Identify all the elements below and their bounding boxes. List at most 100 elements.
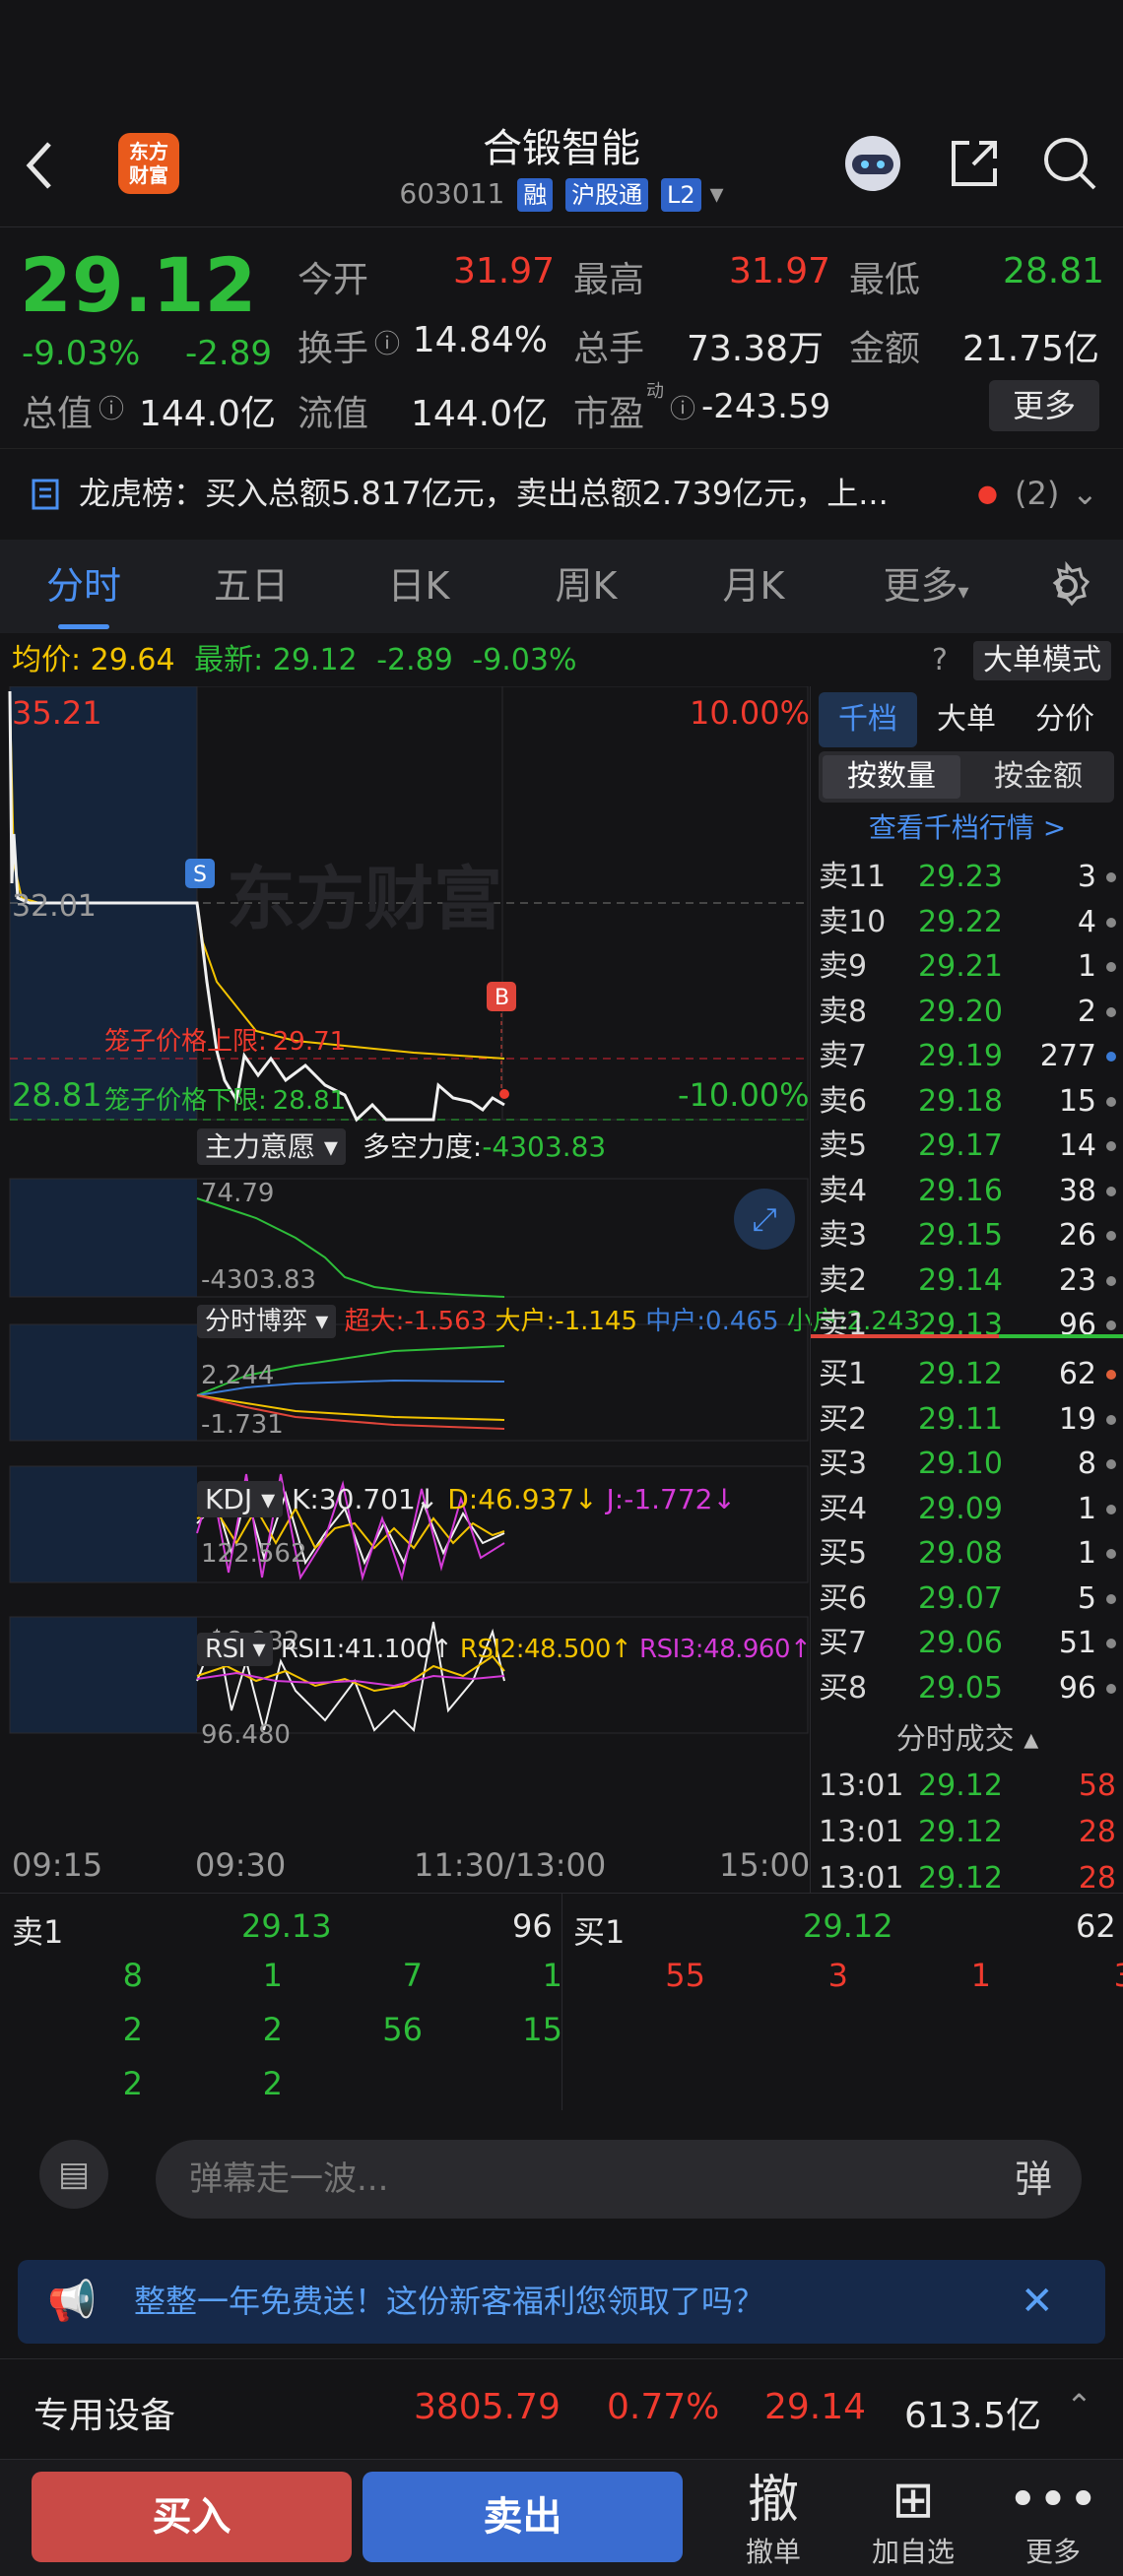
more-button[interactable]: ••• 更多 bbox=[999, 2470, 1107, 2570]
more-label: 更多 bbox=[1024, 2536, 1081, 2568]
danmu-settings-icon[interactable]: ▤ bbox=[39, 2140, 108, 2209]
trades-header[interactable]: 分时成交 ▴ bbox=[811, 1714, 1123, 1758]
chevron-up-icon[interactable]: ⌃ bbox=[1066, 2387, 1092, 2424]
latest-change: -2.89 bbox=[376, 643, 453, 677]
ask-row[interactable]: 卖4 29.16 38 bbox=[811, 1168, 1123, 1215]
add-watchlist-button[interactable]: ⊞ 加自选 bbox=[859, 2470, 967, 2570]
close-icon[interactable]: ✕ bbox=[1021, 2260, 1054, 2344]
tab-five-day[interactable]: 五日 bbox=[187, 540, 315, 633]
premarket-shade bbox=[10, 1466, 197, 1582]
sell-queue-item: 2 bbox=[262, 2065, 283, 2102]
trade-row: 13:01 29.12 58 bbox=[811, 1763, 1123, 1810]
time-label-0930: 09:30 bbox=[195, 1846, 287, 1884]
dragon-tiger-text: 龙虎榜：买入总额5.817亿元，卖出总额2.739亿元，上... bbox=[79, 475, 889, 512]
tab-weekly-k[interactable]: 周K bbox=[522, 540, 650, 633]
tab-more[interactable]: 更多▾ bbox=[867, 540, 985, 633]
ask-level: 卖7 bbox=[819, 1039, 868, 1073]
bid-level: 买5 bbox=[819, 1536, 868, 1571]
buy1-price: 29.12 bbox=[803, 1907, 893, 1945]
level1-panel: 卖1 29.13 96 买1 29.12 62 8 1 7 1 2 2 56 15 2 2 55 3… bbox=[0, 1893, 1123, 2110]
danmu-input[interactable] bbox=[156, 2140, 1082, 2219]
buy-queue-item: 3 bbox=[827, 1957, 848, 1994]
bid-row[interactable]: 买8 29.05 96 bbox=[811, 1665, 1123, 1712]
expand-icon[interactable]: ⤢ bbox=[734, 1189, 795, 1250]
dot-icon bbox=[1106, 1549, 1116, 1559]
gear-icon[interactable] bbox=[1042, 561, 1091, 611]
chevron-down-icon[interactable]: ⌄ bbox=[1072, 449, 1098, 538]
intraday-chart[interactable]: 东方财富 S B 35.21 10.00% 32.01 笼子价格上限: 29.71… bbox=[0, 686, 920, 1893]
robot-assistant-icon[interactable] bbox=[842, 133, 903, 194]
bid-row[interactable]: 买4 29.09 1 bbox=[811, 1486, 1123, 1533]
chevron-down-icon[interactable]: ▾ bbox=[710, 177, 724, 210]
tag-margin: 融 bbox=[517, 178, 554, 212]
market-cap-label: 总值 bbox=[22, 394, 94, 434]
amount-value: 21.75亿 bbox=[961, 329, 1099, 369]
price-mid-label: 32.01 bbox=[12, 889, 97, 924]
ask-row[interactable]: 卖10 29.22 4 bbox=[811, 899, 1123, 946]
search-icon[interactable] bbox=[1039, 133, 1100, 194]
cancel-icon: 撤 bbox=[747, 2471, 799, 2530]
more-quote-button[interactable]: 更多 bbox=[989, 380, 1099, 431]
ask-level: 卖1 bbox=[819, 1308, 868, 1342]
ask-volume: 15 bbox=[1058, 1083, 1096, 1119]
ask-row[interactable]: 卖3 29.15 26 bbox=[811, 1212, 1123, 1259]
bid-row[interactable]: 买3 29.10 8 bbox=[811, 1441, 1123, 1488]
tab-monthly-k[interactable]: 月K bbox=[690, 540, 818, 633]
ask-row[interactable]: 卖8 29.20 2 bbox=[811, 989, 1123, 1036]
trade-time: 13:01 bbox=[819, 1815, 904, 1849]
tab-big-order[interactable]: 大单 bbox=[917, 692, 1016, 747]
low-value: 28.81 bbox=[1003, 251, 1105, 291]
cancel-order-button[interactable]: 撤撤单 bbox=[719, 2470, 827, 2570]
ask-volume: 3 bbox=[1077, 860, 1096, 894]
rsi-button-label: RSI bbox=[205, 1635, 245, 1664]
ask-row[interactable]: 卖1 29.13 96 bbox=[811, 1302, 1123, 1349]
ask-level: 卖2 bbox=[819, 1262, 868, 1298]
ask-row[interactable]: 卖9 29.21 1 bbox=[811, 943, 1123, 991]
dragon-tiger-banner[interactable]: 龙虎榜：买入总额5.817亿元，卖出总额2.739亿元，上... ● (2) ⌄ bbox=[0, 448, 1123, 537]
fsby-button[interactable]: 分时博弈 ▾ bbox=[197, 1305, 337, 1338]
buy-marker-label: B bbox=[495, 986, 509, 1010]
ask-row[interactable]: 卖11 29.23 3 bbox=[811, 854, 1123, 901]
ask-price: 29.23 bbox=[918, 860, 1003, 894]
tab-intraday[interactable]: 分时 bbox=[20, 540, 148, 633]
bid-level: 买6 bbox=[819, 1580, 868, 1616]
bid-row[interactable]: 买2 29.11 19 bbox=[811, 1396, 1123, 1444]
zlyy-button[interactable]: 主力意愿 ▾ bbox=[197, 1128, 346, 1165]
view-thousand-level-link[interactable]: 查看千档行情 > bbox=[811, 806, 1123, 846]
fsby-min: -1.731 bbox=[201, 1410, 284, 1440]
rsi-button[interactable]: RSI ▾ bbox=[197, 1633, 274, 1666]
info-icon[interactable]: ⓘ bbox=[99, 389, 124, 425]
by-quantity-button[interactable]: 按数量 bbox=[823, 755, 960, 799]
latest-pct: -9.03% bbox=[472, 643, 577, 677]
kdj-button[interactable]: KDJ ▾ bbox=[197, 1481, 284, 1517]
ask-level: 卖4 bbox=[819, 1173, 868, 1208]
buy-button[interactable]: 买入 bbox=[32, 2472, 352, 2562]
promo-banner[interactable]: 📢 整整一年免费送！这份新客福利您领取了吗？ ✕ bbox=[18, 2260, 1105, 2344]
info-icon[interactable]: ⓘ bbox=[670, 389, 695, 425]
bid-row[interactable]: 买7 29.06 51 bbox=[811, 1620, 1123, 1667]
help-icon[interactable]: ? bbox=[932, 635, 948, 686]
big-order-mode-button[interactable]: 大单模式 bbox=[973, 641, 1111, 680]
danmu-toggle-button[interactable]: 弹 bbox=[985, 2140, 1082, 2219]
bid-price: 29.12 bbox=[918, 1357, 1003, 1391]
ask-row[interactable]: 卖2 29.14 23 bbox=[811, 1257, 1123, 1305]
sell-button[interactable]: 卖出 bbox=[363, 2472, 683, 2562]
tab-thousand-level[interactable]: 千档 bbox=[819, 692, 917, 747]
ask-row[interactable]: 卖5 29.17 14 bbox=[811, 1123, 1123, 1170]
bid-row[interactable]: 买1 29.12 62 bbox=[811, 1351, 1123, 1398]
by-amount-button[interactable]: 按金额 bbox=[966, 755, 1110, 799]
bid-row[interactable]: 买5 29.08 1 bbox=[811, 1530, 1123, 1578]
market-cap-value: 144.0亿 bbox=[138, 394, 276, 434]
tab-daily-k[interactable]: 日K bbox=[355, 540, 483, 633]
ask-row[interactable]: 卖6 29.18 15 bbox=[811, 1078, 1123, 1126]
cancel-order-label: 撤单 bbox=[745, 2536, 801, 2568]
ask-row[interactable]: 卖7 29.19 277 bbox=[811, 1033, 1123, 1080]
bid-row[interactable]: 买6 29.07 5 bbox=[811, 1576, 1123, 1623]
rsi3: RSI3:48.960↑ bbox=[639, 1635, 812, 1664]
share-icon[interactable] bbox=[944, 133, 1005, 194]
fsby-max: 2.244 bbox=[201, 1361, 275, 1390]
bid-level: 买4 bbox=[819, 1491, 868, 1526]
dot-icon bbox=[1106, 917, 1116, 928]
sector-bar[interactable]: 专用设备 3805.79 0.77% 29.14 613.5亿 ⌃ bbox=[0, 2358, 1123, 2457]
tab-price-split[interactable]: 分价 bbox=[1016, 692, 1114, 747]
